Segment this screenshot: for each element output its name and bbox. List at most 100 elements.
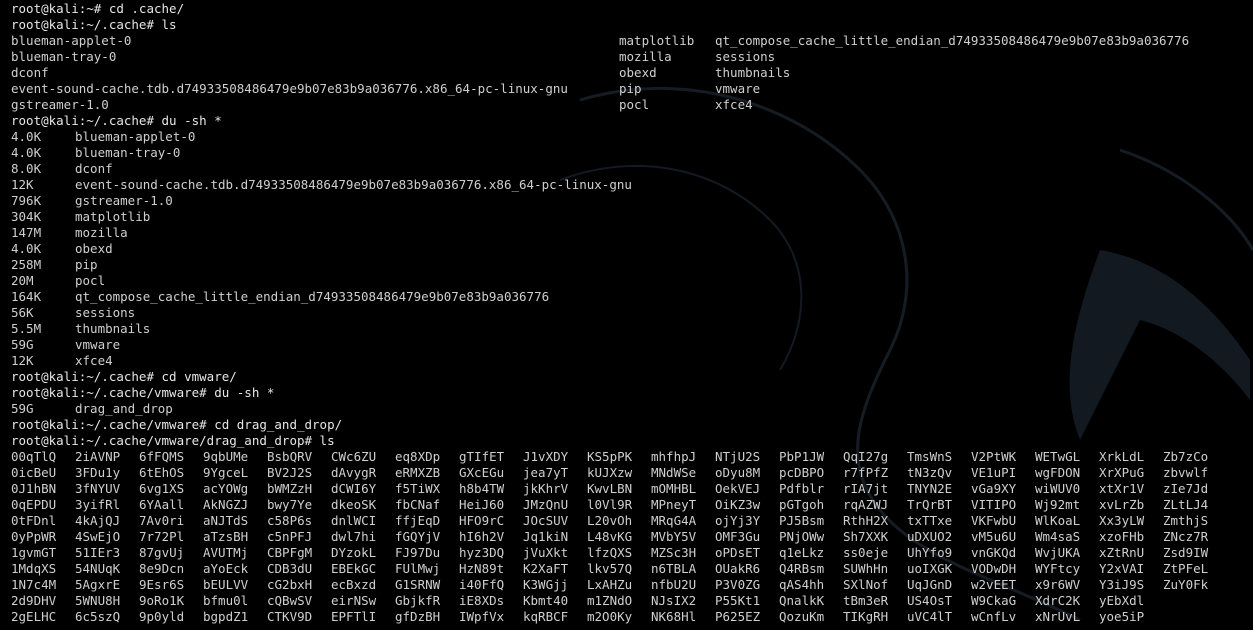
file-name: Kbmt40 bbox=[523, 593, 569, 608]
ls-row: 1N7c4M 5AgxrE 9Esr6S bEULVV cG2bxH ecBxzd G1SR… bbox=[11, 577, 1253, 593]
file-name: P55Kt1 bbox=[715, 593, 761, 608]
file-name: uVC4lT bbox=[907, 609, 953, 624]
file-name: US4OsT bbox=[907, 593, 953, 608]
file-name: OekVEJ bbox=[715, 481, 761, 496]
file-name: OiKZ3w bbox=[715, 497, 761, 512]
du-name: blueman-applet-0 bbox=[75, 129, 196, 144]
file-name: 7Av0ri bbox=[139, 513, 185, 528]
file-name: ZtPFeL bbox=[1163, 561, 1209, 576]
file-name: dkeoSK bbox=[331, 497, 377, 512]
file-name: NJsIX2 bbox=[651, 593, 697, 608]
file-name: EPFTlI bbox=[331, 609, 377, 624]
ls-row: 0yPpWR 4SwEjO 7r72Pl aTzsBH c5nPFJ dwl7hi fGQY… bbox=[11, 529, 1253, 545]
file-name: bWMZzH bbox=[267, 481, 313, 496]
file-name: 3yifRl bbox=[75, 497, 121, 512]
du-name: mozilla bbox=[75, 225, 128, 240]
file-name: bgpdZ1 bbox=[203, 609, 249, 624]
file-name: Xx3yLW bbox=[1099, 513, 1145, 528]
file-name: 6vg1XS bbox=[139, 481, 185, 496]
file-name: yEbXdl bbox=[1099, 593, 1145, 608]
ls-row: 0J1hBN 3fNYUV 6vg1XS acYOWg bWMZzH dCWI6Y f5Ti… bbox=[11, 481, 1253, 497]
du-name: thumbnails bbox=[75, 321, 151, 336]
file-name: TIKgRH bbox=[843, 609, 889, 624]
file-name: gTIfET bbox=[459, 449, 505, 464]
file-name: HeiJ60 bbox=[459, 497, 505, 512]
file-name: thumbnails bbox=[715, 65, 791, 80]
ls-row: blueman-applet-0 matplotlib qt_compose_cac… bbox=[11, 33, 1253, 49]
du-size: 12K bbox=[11, 177, 34, 192]
ls-drag-and-drop-output: 00qTlQ 2iAVNP 6fFQMS 9qbUMe BsbQRV CWc6ZU eq8X… bbox=[11, 449, 1253, 625]
file-name: tN3zQv bbox=[907, 465, 953, 480]
terminal-window[interactable]: root@kali:~# cd .cache/ root@kali:~/.cac… bbox=[0, 0, 1253, 630]
file-name: QnalkK bbox=[779, 593, 825, 608]
file-name: P625EZ bbox=[715, 609, 761, 624]
file-name: VITIPO bbox=[971, 497, 1017, 512]
file-name: ffjEqD bbox=[395, 513, 441, 528]
du-row: 164K qt_compose_cache_little_endian_d7493… bbox=[11, 289, 1253, 305]
file-name: UhYfo9 bbox=[907, 545, 953, 560]
file-name: aTzsBH bbox=[203, 529, 249, 544]
file-name: 6fFQMS bbox=[139, 449, 185, 464]
du-row: 796K gstreamer-1.0 bbox=[11, 193, 1253, 209]
file-name: ss0eje bbox=[843, 545, 889, 560]
file-name: dconf bbox=[11, 65, 49, 80]
du-size: 4.0K bbox=[11, 129, 42, 144]
file-name: DYzokL bbox=[331, 545, 377, 560]
file-name: 1N7c4M bbox=[11, 577, 57, 592]
file-name: dAvygR bbox=[331, 465, 377, 480]
file-name: nfbU2U bbox=[651, 577, 697, 592]
file-name: AVUTMj bbox=[203, 545, 249, 560]
file-name: XrkLdL bbox=[1099, 449, 1145, 464]
file-name: K2XaFT bbox=[523, 561, 569, 576]
ls-row: 00qTlQ 2iAVNP 6fFQMS 9qbUMe BsbQRV CWc6ZU eq8X… bbox=[11, 449, 1253, 465]
du-size: 56K bbox=[11, 305, 34, 320]
file-name: aYoEck bbox=[203, 561, 249, 576]
ls-row: 0icBeU 3FDu1y 6tEhOS 9YgceL BV2J2S dAvygR eRMX… bbox=[11, 465, 1253, 481]
file-name: q1eLkz bbox=[779, 545, 825, 560]
file-name: GbjkfR bbox=[395, 593, 441, 608]
file-name: tBm3eR bbox=[843, 593, 889, 608]
file-name: HFO9rC bbox=[459, 513, 505, 528]
file-name: bfmu0l bbox=[203, 593, 249, 608]
du-name: sessions bbox=[75, 305, 136, 320]
file-name: xZtRnU bbox=[1099, 545, 1145, 560]
file-name: w2vEET bbox=[971, 577, 1017, 592]
du-size: 304K bbox=[11, 209, 42, 224]
file-name: c5nPFJ bbox=[267, 529, 313, 544]
ls-row: 2d9DHV 5WNU8H 9oRo1K bfmu0l cQBwSV eirNSw Gbjk… bbox=[11, 593, 1253, 609]
file-name: m1ZNdO bbox=[587, 593, 633, 608]
file-name: ecBxzd bbox=[331, 577, 377, 592]
du-name: vmware bbox=[75, 337, 121, 352]
file-name: x9r6WV bbox=[1035, 577, 1081, 592]
prompt-line: root@kali:~/.cache# cd vmware/ bbox=[11, 369, 1253, 385]
du-row: 20M pocl bbox=[11, 273, 1253, 289]
file-name: ZuY0Fk bbox=[1163, 577, 1209, 592]
file-name: 51IEr3 bbox=[75, 545, 121, 560]
du-size: 5.5M bbox=[11, 321, 42, 336]
file-name: 9oRo1K bbox=[139, 593, 185, 608]
du-size: 12K bbox=[11, 353, 34, 368]
file-name: G1SRNW bbox=[395, 577, 441, 592]
ls-row: gstreamer-1.0 pocl xfce4 bbox=[11, 97, 1253, 113]
file-name: vM5u6U bbox=[971, 529, 1017, 544]
file-name: pGTgoh bbox=[779, 497, 825, 512]
file-name: pip bbox=[619, 81, 642, 96]
du-row: 258M pip bbox=[11, 257, 1253, 273]
file-name: CTKV9D bbox=[267, 609, 313, 624]
file-name: WvjUKA bbox=[1035, 545, 1081, 560]
du-row: 147M mozilla bbox=[11, 225, 1253, 241]
file-name: Wm4saS bbox=[1035, 529, 1081, 544]
file-name: 2iAVNP bbox=[75, 449, 121, 464]
file-name: AkNGZJ bbox=[203, 497, 249, 512]
file-name: xvLrZb bbox=[1099, 497, 1145, 512]
du-size: 164K bbox=[11, 289, 42, 304]
prompt-line: root@kali:~/.cache/vmware# cd drag_and_d… bbox=[11, 417, 1253, 433]
file-name: 2d9DHV bbox=[11, 593, 57, 608]
file-name: Zsd9IW bbox=[1163, 545, 1209, 560]
file-name: Sh7XXK bbox=[843, 529, 889, 544]
file-name: BV2J2S bbox=[267, 465, 313, 480]
file-name: hI6h2V bbox=[459, 529, 505, 544]
file-name: FJ97Du bbox=[395, 545, 441, 560]
prompt-line: root@kali:~# cd .cache/ bbox=[11, 1, 1253, 17]
file-name: UqJGnD bbox=[907, 577, 953, 592]
